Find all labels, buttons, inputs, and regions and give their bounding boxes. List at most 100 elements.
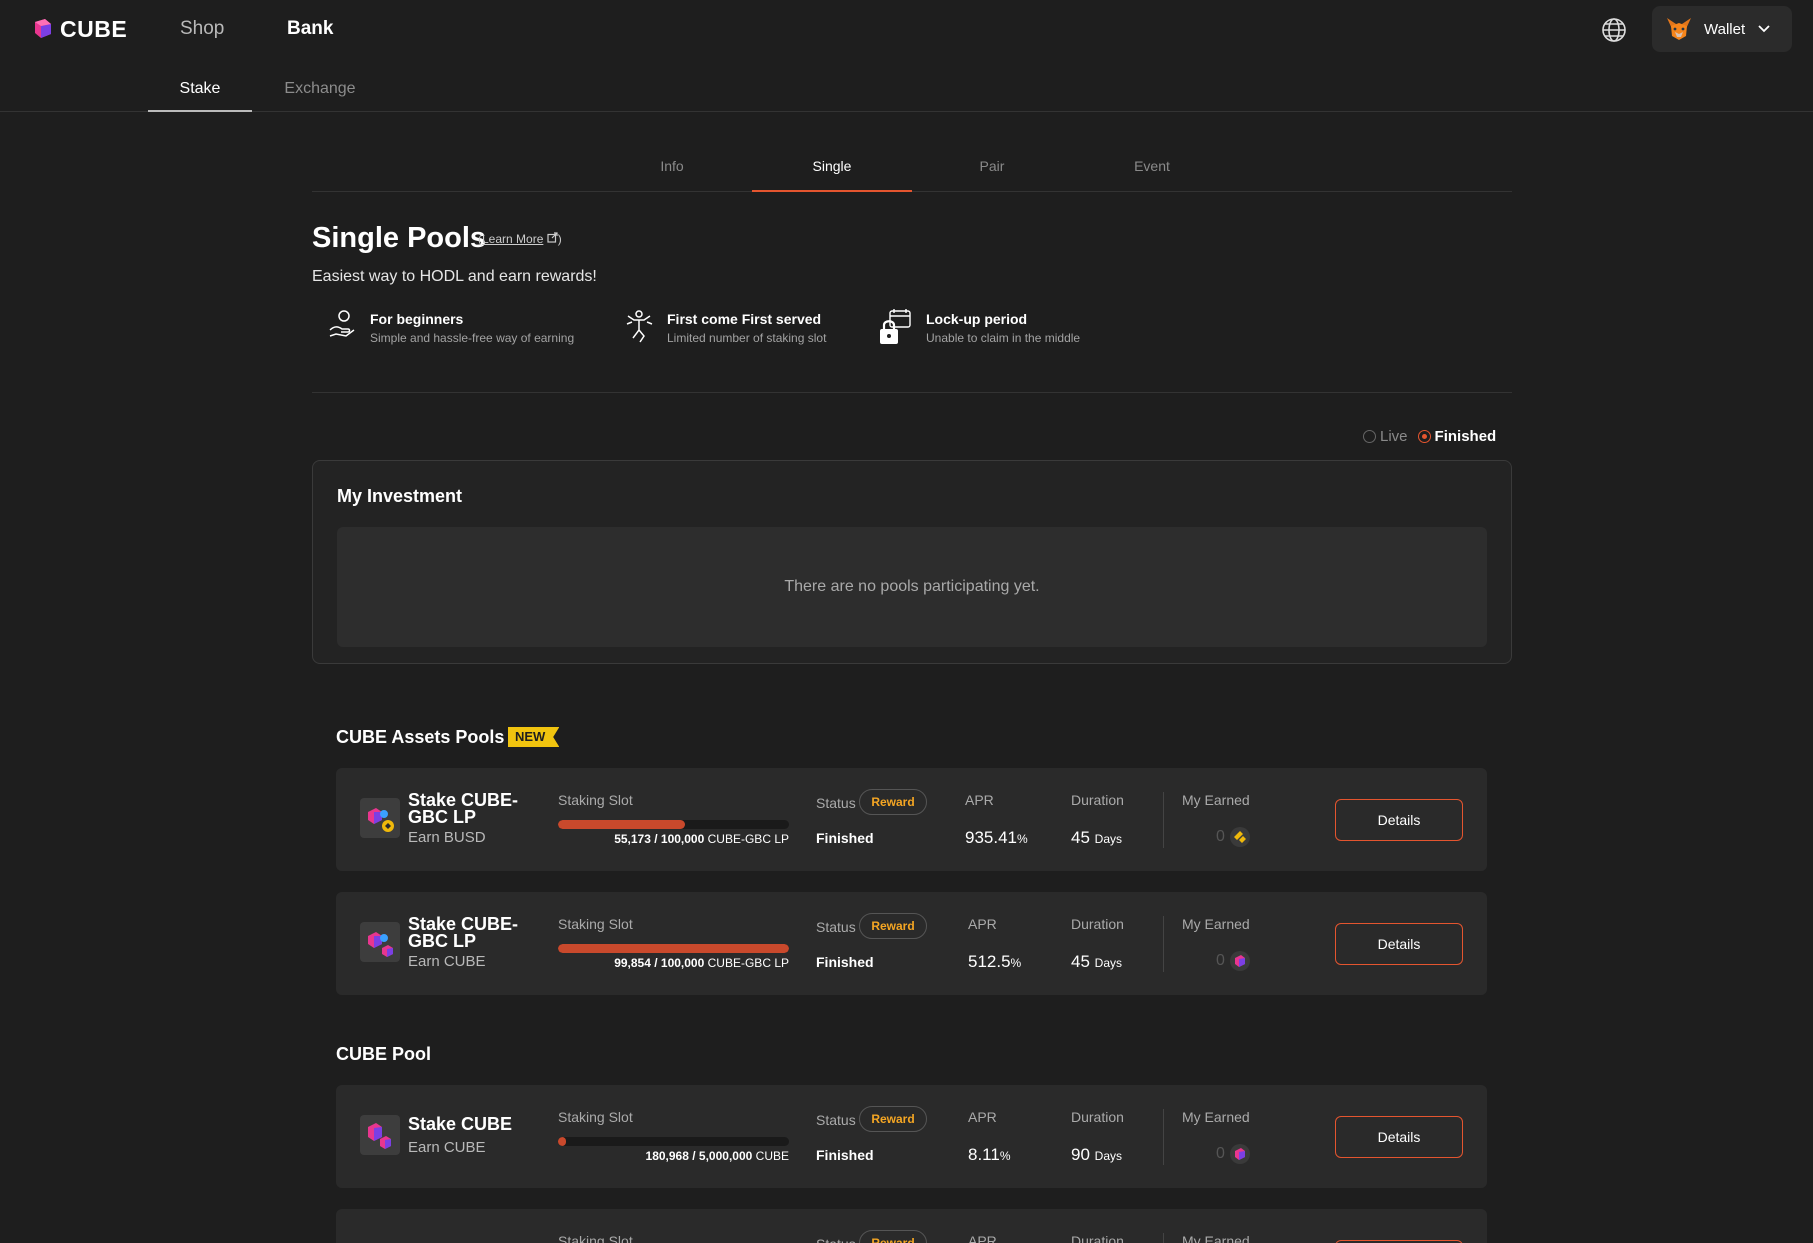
earned-value: 0	[1216, 952, 1225, 969]
subnav-exchange[interactable]: Exchange	[270, 80, 370, 112]
status-label: Status	[816, 795, 856, 811]
apr-label: APR	[968, 1109, 997, 1125]
pool-token-icon	[360, 798, 400, 838]
status-label: Status	[816, 1112, 856, 1128]
status-label: Status	[816, 1236, 856, 1243]
details-button[interactable]: Details	[1335, 1116, 1463, 1158]
globe-icon[interactable]	[1601, 17, 1627, 43]
hand-coin-icon	[329, 310, 355, 337]
apr-label: APR	[968, 1233, 997, 1243]
feature-title: For beginners	[370, 311, 464, 327]
assets-pools-title: CUBE Assets Pools	[336, 727, 505, 747]
details-button[interactable]: Details	[1335, 799, 1463, 841]
staking-slot-label: Staking Slot	[558, 1109, 633, 1125]
duration-value: 90 Days	[1071, 1145, 1122, 1165]
cube-coin-icon	[1230, 1144, 1250, 1164]
slot-used: 180,968	[645, 1149, 689, 1163]
apr-label: APR	[965, 792, 994, 808]
pool-tabs: Info Single Pair Event	[312, 140, 1512, 192]
pool-earn: Earn CUBE	[408, 1139, 486, 1156]
staking-slot-value: 99,854 / 100,000 CUBE-GBC LP	[614, 956, 789, 970]
status-label: Status	[816, 919, 856, 935]
radio-finished[interactable]	[1417, 430, 1431, 443]
cube-cube-icon	[368, 1123, 391, 1149]
pool-token-icon	[360, 1115, 400, 1155]
tab-info[interactable]: Info	[592, 158, 752, 192]
feature-title: Lock-up period	[926, 311, 1028, 327]
apr-label: APR	[968, 916, 997, 932]
tab-pair[interactable]: Pair	[912, 158, 1072, 192]
slot-used: 99,854	[614, 956, 651, 970]
fox-avatar-icon	[1667, 18, 1691, 40]
tab-single[interactable]: Single	[752, 158, 912, 192]
staking-slot-label: Staking Slot	[558, 792, 633, 808]
learn-more-link[interactable]: (Learn More )	[478, 232, 562, 246]
apr-value: 512.5%	[968, 952, 1021, 972]
nav-shop[interactable]: Shop	[180, 18, 224, 40]
filter-finished-label[interactable]: Finished	[1435, 428, 1497, 445]
duration-label: Duration	[1071, 1233, 1124, 1243]
details-button[interactable]: Details	[1335, 923, 1463, 965]
pool-name: Stake CUBE	[408, 1114, 513, 1134]
duration-value: 45 Days	[1071, 952, 1122, 972]
nav-bank[interactable]: Bank	[287, 18, 333, 40]
slot-total: 100,000	[660, 832, 705, 846]
pool-name: Stake CUBE-GBC LP	[408, 790, 519, 827]
pool-name: Stake CUBE-GBC LP	[408, 914, 519, 951]
slot-unit: CUBE	[755, 1149, 789, 1163]
staking-slot-label: Staking Slot	[558, 1233, 633, 1243]
logo[interactable]: CUBE	[30, 16, 127, 43]
external-link-icon	[547, 232, 558, 243]
feature-desc: Simple and hassle-free way of earning	[370, 331, 575, 345]
feature-lockup: Lock-up period Unable to claim in the mi…	[878, 308, 1080, 346]
pool-earn: Earn BUSD	[408, 829, 486, 846]
new-badge: NEW	[508, 727, 560, 747]
column-divider	[1163, 792, 1164, 848]
earned-value: 0	[1216, 828, 1225, 845]
status-value: Finished	[816, 1147, 874, 1163]
learn-more-label: Learn More	[482, 232, 544, 246]
duration-label: Duration	[1071, 792, 1124, 808]
busd-coin-icon	[1230, 827, 1250, 847]
sub-nav: Stake Exchange	[0, 60, 1813, 112]
pool-row-partial: Staking Slot Status Reward APR Duration …	[336, 1209, 1487, 1243]
my-earned-label: My Earned	[1182, 916, 1250, 932]
status-value: Finished	[816, 954, 874, 970]
pool-earn: Earn CUBE	[408, 953, 486, 970]
feature-desc: Limited number of staking slot	[667, 331, 827, 345]
wallet-button[interactable]: Wallet	[1652, 6, 1792, 52]
duration-unit: Days	[1094, 832, 1122, 846]
apr-unit: %	[1017, 832, 1028, 846]
pool-row: Stake CUBE-GBC LP Earn BUSD Staking Slot…	[336, 768, 1487, 871]
subnav-stake[interactable]: Stake	[148, 80, 252, 112]
pool-token-icon	[360, 922, 400, 962]
apr-value: 935.41%	[965, 828, 1028, 848]
filter-live-label[interactable]: Live	[1380, 428, 1408, 445]
feature-desc: Unable to claim in the middle	[926, 331, 1081, 345]
duration-value: 45 Days	[1071, 828, 1122, 848]
tab-event[interactable]: Event	[1072, 158, 1232, 192]
status-filter: Live Finished	[1363, 428, 1496, 445]
reward-badge: Reward	[859, 913, 927, 939]
duration-number: 90	[1071, 1145, 1090, 1164]
cube-coin-icon	[1230, 951, 1250, 971]
page-title: Single Pools	[312, 222, 487, 254]
column-divider	[1163, 1109, 1164, 1165]
status-value: Finished	[816, 830, 874, 846]
apr-unit: %	[1010, 956, 1022, 970]
staking-slot-label: Staking Slot	[558, 916, 633, 932]
feature-first-come: First come First served Limited number o…	[625, 308, 826, 345]
feature-beginners: For beginners Simple and hassle-free way…	[328, 308, 574, 345]
my-earned-label: My Earned	[1182, 792, 1250, 808]
duration-number: 45	[1071, 952, 1090, 971]
pool-row: Stake CUBE Earn CUBE Staking Slot 180,96…	[336, 1085, 1487, 1188]
duration-unit: Days	[1094, 1149, 1122, 1163]
lock-calendar-icon	[880, 309, 911, 344]
chevron-down-icon	[1758, 25, 1770, 33]
section-divider	[312, 392, 1512, 393]
apr-unit: %	[999, 1149, 1011, 1163]
column-divider	[1163, 916, 1164, 972]
runner-icon	[626, 310, 653, 343]
radio-live[interactable]	[1363, 430, 1376, 443]
top-bar: CUBE Shop Bank Wallet	[0, 0, 1813, 60]
